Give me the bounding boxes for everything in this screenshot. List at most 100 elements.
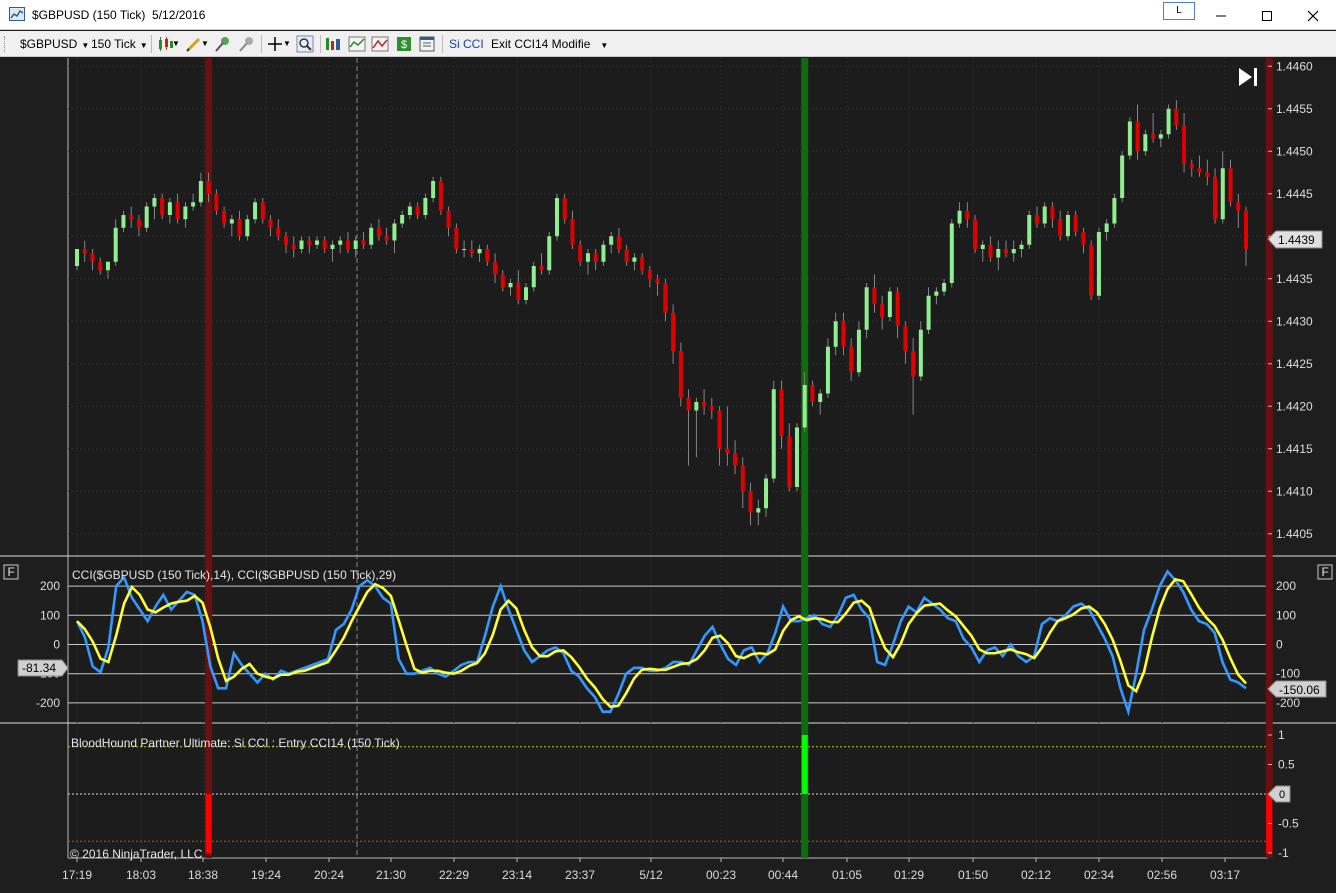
- candle-body: [1135, 121, 1140, 152]
- cci-left-axis-label: 100: [40, 608, 60, 622]
- price-axis-label: 1.4410: [1276, 484, 1313, 498]
- time-axis-label: 02:34: [1084, 868, 1114, 882]
- cci-right-toggle-label: F: [1322, 565, 1329, 579]
- candle-body: [160, 198, 165, 215]
- maximize-icon[interactable]: [1244, 0, 1290, 30]
- candle-body: [1120, 155, 1125, 198]
- candle-body: [872, 287, 877, 305]
- interval-selector[interactable]: 150 Tick ▼: [91, 34, 148, 54]
- candle-body: [260, 202, 265, 220]
- chart-area[interactable]: 1.44601.44551.44501.44451.44401.44351.44…: [0, 58, 1336, 893]
- properties-icon[interactable]: [418, 35, 436, 53]
- strategies-icon[interactable]: $: [395, 35, 413, 53]
- candle-body: [578, 244, 583, 262]
- close-icon[interactable]: [1290, 0, 1336, 30]
- time-axis-label: 23:14: [502, 868, 532, 882]
- candle-body: [887, 291, 892, 317]
- toolbar-grip[interactable]: [4, 36, 7, 52]
- signal-panel-label: BloodHound Partner Ultimate: Si CCI : En…: [71, 736, 400, 750]
- candle-body: [856, 329, 861, 373]
- candle-body: [895, 291, 900, 326]
- candle-body: [787, 436, 792, 487]
- candle-body: [671, 312, 676, 351]
- candle-body: [663, 283, 668, 313]
- cci-left-axis-label: 0: [53, 638, 60, 652]
- candle-body: [446, 210, 451, 228]
- time-axis-label: 01:29: [894, 868, 924, 882]
- candle-body: [980, 244, 985, 249]
- instrument-selector[interactable]: $GBPUSD ▼: [20, 34, 89, 54]
- cci-left-toggle-label: F: [8, 565, 15, 579]
- candle-body: [237, 219, 242, 237]
- crosshair-dropdown[interactable]: ▼: [283, 34, 291, 54]
- exit-strategy-label: Exit CCI14 Modifie: [491, 37, 591, 51]
- cci-panel-label: CCI($GBPUSD (150 Tick),14), CCI($GBPUSD …: [72, 568, 396, 582]
- price-axis-label: 1.4415: [1276, 442, 1313, 456]
- minimize-icon[interactable]: [1198, 0, 1244, 30]
- candle-body: [764, 478, 769, 509]
- pin-global-icon[interactable]: [238, 35, 256, 53]
- price-axis-label: 1.4455: [1276, 102, 1313, 116]
- candle-body: [601, 244, 606, 262]
- candle-body: [222, 210, 227, 224]
- chart-canvas[interactable]: 1.44601.44551.44501.44451.44401.44351.44…: [0, 58, 1336, 893]
- candle-body: [198, 181, 203, 203]
- time-axis-label: 02:12: [1021, 868, 1051, 882]
- time-axis-label: 23:37: [565, 868, 595, 882]
- candle-body: [1089, 244, 1094, 296]
- chart-trader-icon[interactable]: [371, 35, 389, 53]
- cci-axis-label: -200: [1276, 696, 1300, 710]
- candle-body: [1058, 219, 1063, 237]
- time-axis-label: 22:29: [439, 868, 469, 882]
- zoom-icon[interactable]: [296, 35, 314, 53]
- drawing-tool-dropdown[interactable]: ▼: [201, 34, 209, 54]
- candle-body: [547, 236, 552, 271]
- signal-axis-label: -0.5: [1278, 817, 1299, 831]
- price-axis-label: 1.4420: [1276, 399, 1313, 413]
- bar-style-dropdown[interactable]: ▼: [172, 34, 180, 54]
- link-button[interactable]: L: [1163, 2, 1195, 20]
- candle-body: [1228, 168, 1233, 203]
- candle-body: [98, 261, 103, 271]
- cci-left-toggle[interactable]: F: [3, 564, 19, 580]
- price-axis-label: 1.4460: [1276, 59, 1313, 73]
- candle-body: [129, 215, 134, 220]
- candle-body: [407, 206, 412, 215]
- candle-body: [1042, 206, 1047, 224]
- candle-body: [284, 236, 289, 245]
- candle-body: [903, 325, 908, 351]
- candle-body: [1236, 202, 1241, 211]
- time-axis-label: 19:24: [251, 868, 281, 882]
- candle-body: [609, 236, 614, 245]
- price-axis-label: 1.4425: [1276, 357, 1313, 371]
- candle-body: [1205, 172, 1210, 177]
- candle-body: [624, 249, 629, 262]
- crosshair-icon[interactable]: [266, 35, 284, 53]
- pin-icon[interactable]: [214, 35, 232, 53]
- candle-body: [121, 215, 126, 228]
- candle-body: [562, 198, 567, 220]
- candle-body: [1151, 134, 1156, 139]
- strategy-label[interactable]: Si CCI: [449, 34, 484, 54]
- candle-body: [508, 283, 513, 288]
- candle-body: [632, 257, 637, 262]
- cci-left-axis-label: -200: [36, 696, 60, 710]
- candle-body: [1197, 168, 1202, 173]
- candle-body: [779, 389, 784, 436]
- time-axis-label: 18:38: [188, 868, 218, 882]
- cci-right-toggle[interactable]: F: [1317, 564, 1333, 580]
- exit-strategy-selector[interactable]: Exit CCI14 Modifie ▼: [491, 34, 608, 54]
- candle-body: [1065, 215, 1070, 237]
- candle-body: [144, 206, 149, 228]
- window-title: $GBPUSD (150 Tick) 5/12/2016: [32, 8, 206, 22]
- candle-body: [485, 249, 490, 262]
- candle-body: [911, 351, 916, 377]
- cci-left-value-badge: -81.34: [17, 659, 69, 677]
- candle-body: [152, 198, 157, 207]
- candle-body: [462, 249, 467, 250]
- data-series-icon[interactable]: [324, 35, 342, 53]
- indicators-icon[interactable]: [348, 35, 366, 53]
- time-axis-label: 18:03: [126, 868, 156, 882]
- candle-body: [175, 202, 180, 220]
- toolbar-separator: [442, 35, 443, 53]
